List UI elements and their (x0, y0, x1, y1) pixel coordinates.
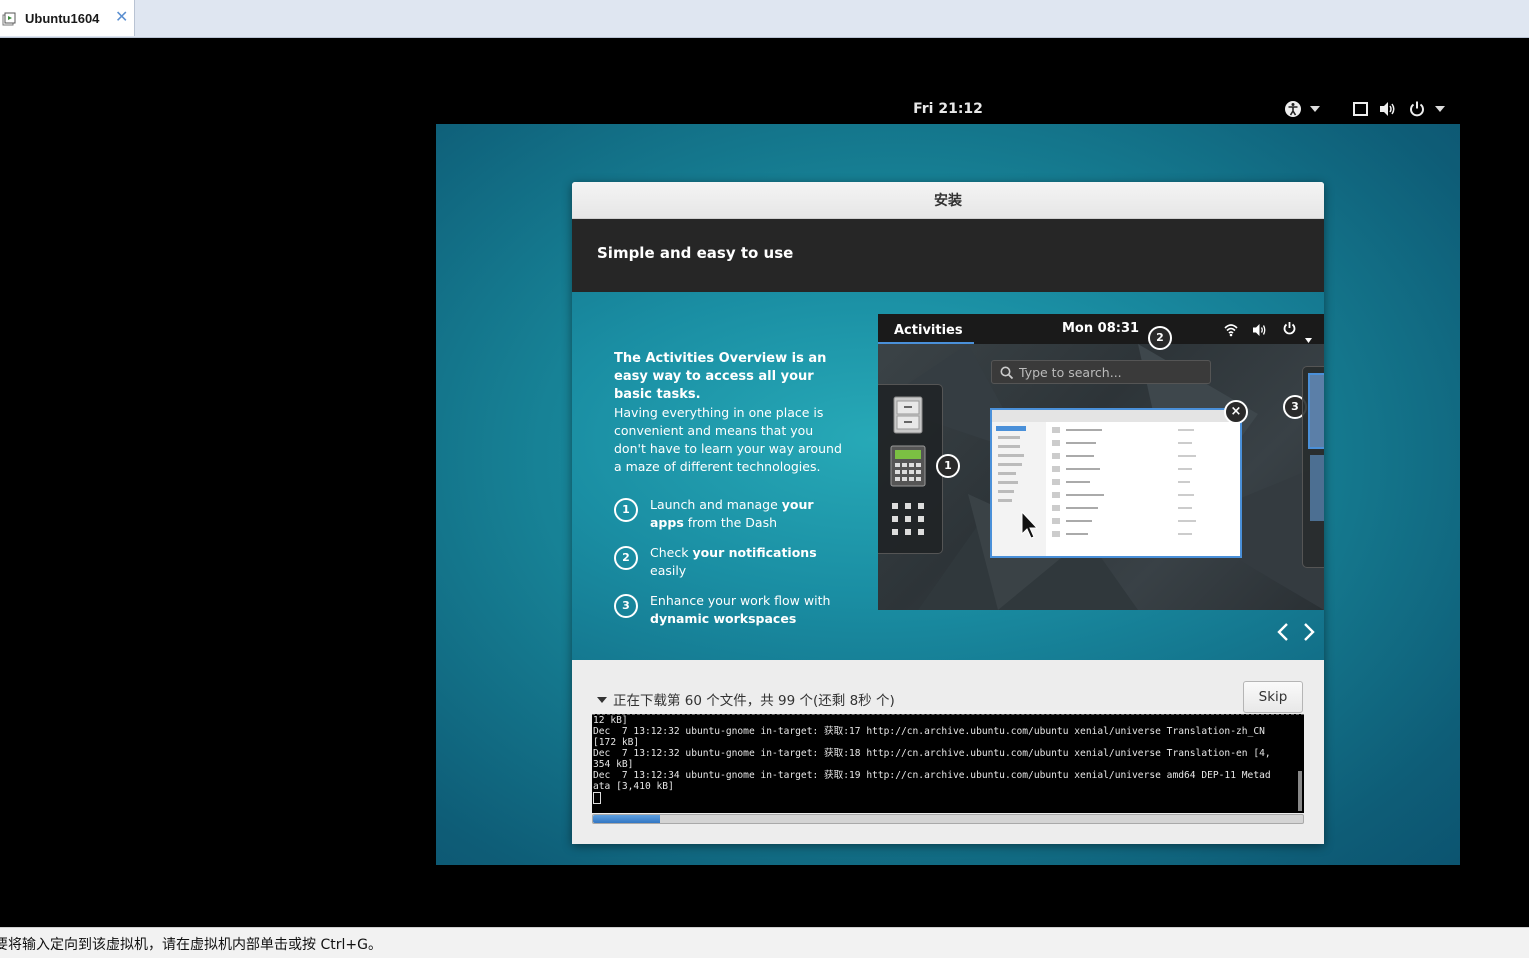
vm-icon (2, 11, 16, 26)
download-status: 正在下载第 60 个文件，共 99 个(还剩 8秒 个) (613, 693, 895, 709)
expander-triangle-icon[interactable] (597, 697, 607, 703)
host-status-message: 要将输入定向到该虚拟机，请在虚拟机内部单击或按 Ctrl+G。 (0, 937, 382, 953)
progress-area: 正在下载第 60 个文件，共 99 个(还剩 8秒 个) Skip 12 kB]… (572, 660, 1324, 844)
host-tab-ubuntu1604[interactable]: Ubuntu1604 ✕ (0, 0, 135, 36)
accessibility-icon[interactable] (1284, 100, 1302, 120)
slide-body: The Activities Overview is an easy way t… (572, 292, 1324, 660)
log-line: Dec 7 13:12:32 ubuntu-gnome in-target: 获… (593, 726, 1265, 737)
slide-header: Simple and easy to use (572, 219, 1324, 292)
file-manager-thumbnail (992, 410, 1240, 556)
slide-lead: The Activities Overview is an easy way t… (614, 351, 827, 402)
download-expander[interactable]: 正在下载第 60 个文件，共 99 个(还剩 8秒 个) (597, 689, 895, 709)
search-icon (1000, 366, 1014, 380)
host-tab-title: Ubuntu1604 (25, 11, 100, 26)
calculator-icon (890, 445, 926, 491)
marker-2: 2 (1148, 326, 1172, 350)
bullet-text: Check your notifications easily (650, 545, 817, 578)
log-line: Dec 7 13:12:32 ubuntu-gnome in-target: 获… (593, 748, 1271, 759)
terminal-scrollbar[interactable] (1298, 771, 1302, 811)
volume-icon (1252, 322, 1267, 341)
file-cabinet-icon (892, 395, 924, 439)
prev-slide-arrow-icon[interactable] (1276, 623, 1302, 648)
marker-1: 1 (936, 454, 960, 478)
terminal-cursor (593, 792, 601, 804)
workspace-thumb (1310, 455, 1324, 521)
progress-fill (593, 815, 660, 823)
log-line: 12 kB] (593, 715, 628, 726)
search-placeholder: Type to search... (1019, 365, 1122, 380)
workspace-thumb-active (1308, 373, 1324, 449)
host-status-bar: 要将输入定向到该虚拟机，请在虚拟机内部单击或按 Ctrl+G。 (0, 927, 1529, 958)
power-icon[interactable] (1408, 100, 1426, 120)
guest-clock[interactable]: Fri 21:12 (900, 101, 996, 117)
wifi-icon (1224, 322, 1238, 341)
chevron-down-icon[interactable] (1435, 106, 1445, 126)
dash-panel (878, 384, 943, 554)
power-icon (1282, 321, 1297, 340)
screenshot-activities: Activities (878, 314, 974, 344)
close-icon[interactable]: ✕ (115, 8, 128, 26)
slide-title: Simple and easy to use (597, 244, 794, 262)
log-line: ata [3,410 kB] (593, 781, 674, 792)
log-line: 354 kB] (593, 759, 634, 770)
screenshot-search: Type to search... (991, 360, 1211, 384)
volume-icon[interactable] (1379, 100, 1397, 120)
window-title: 安装 (572, 182, 1324, 219)
log-line: Dec 7 13:12:34 ubuntu-gnome in-target: 获… (593, 770, 1271, 781)
host-tab-bar: Ubuntu1604 ✕ (0, 0, 1529, 38)
window-thumbnail (990, 408, 1242, 558)
chevron-down-icon[interactable] (1310, 106, 1320, 126)
activities-screenshot: Activities Mon 08:31 Type to search... 1… (878, 314, 1324, 610)
installer-window: 安装 Simple and easy to use The Activities… (572, 182, 1324, 844)
install-log-terminal[interactable]: 12 kB] Dec 7 13:12:32 ubuntu-gnome in-ta… (592, 714, 1304, 813)
bullet-number: 1 (614, 498, 638, 522)
log-line: [172 kB] (593, 737, 640, 748)
bullet-number: 3 (614, 594, 638, 618)
bullet-text: Enhance your work flow with dynamic work… (650, 593, 831, 626)
close-icon: × (1224, 400, 1248, 424)
terminal-cursor-line (592, 792, 1304, 805)
install-progress-bar (592, 814, 1304, 824)
slide-paragraph: Having everything in one place is conven… (614, 405, 842, 474)
slide-nav-arrows[interactable] (1276, 622, 1316, 648)
display-icon[interactable] (1353, 100, 1368, 120)
skip-button[interactable]: Skip (1243, 681, 1303, 713)
screenshot-clock: Mon 08:31 (1062, 321, 1140, 336)
bullet-number: 2 (614, 546, 638, 570)
screenshot-topbar: Activities Mon 08:31 (878, 314, 1324, 344)
app-grid-icon (892, 503, 926, 541)
next-slide-arrow-icon[interactable] (1302, 623, 1316, 648)
workspace-strip (1302, 366, 1324, 568)
bullet-text: Launch and manage your apps from the Das… (650, 497, 814, 530)
